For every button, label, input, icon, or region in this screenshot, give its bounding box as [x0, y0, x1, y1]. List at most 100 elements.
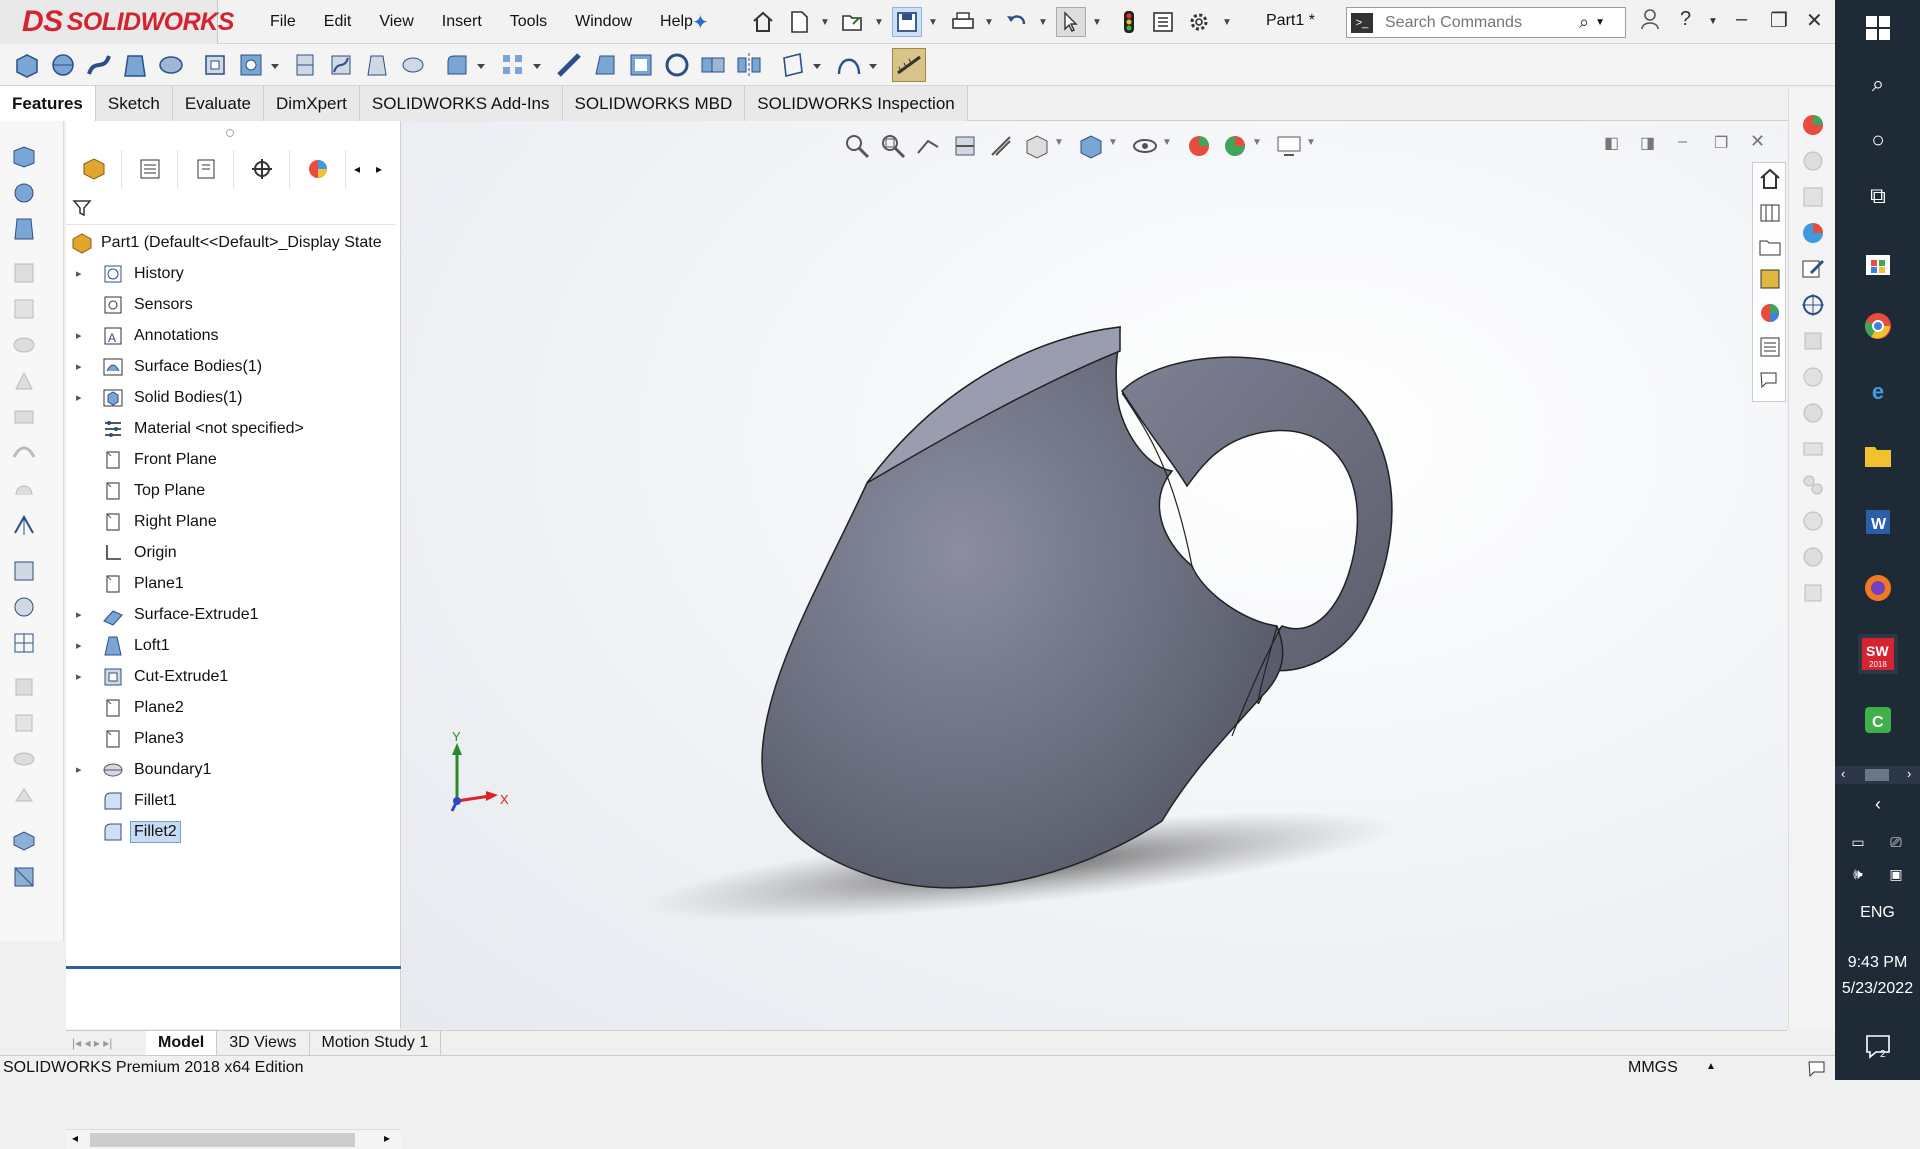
command-search-icon[interactable]: >_ [1351, 12, 1373, 33]
tab-inspection[interactable]: SOLIDWORKS Inspection [745, 86, 968, 121]
disabled-tool-5-icon[interactable] [10, 403, 38, 431]
tab-mbd[interactable]: SOLIDWORKS MBD [562, 86, 746, 121]
fillet-dropdown-icon[interactable] [476, 50, 486, 80]
menu-window[interactable]: Window [561, 13, 646, 31]
tree-root-part[interactable]: Part1 (Default<<Default>_Display State [66, 227, 401, 258]
meet-now-icon[interactable]: ⎚ [1881, 824, 1911, 860]
rib-icon[interactable] [554, 50, 584, 80]
extruded-cut-icon[interactable] [200, 50, 230, 80]
expand-arrow-icon[interactable]: ▸ [76, 360, 86, 373]
tab-3d-views[interactable]: 3D Views [217, 1030, 310, 1056]
appearance-scene-icon[interactable] [1799, 219, 1827, 247]
reference-geometry-dropdown-icon[interactable] [812, 50, 822, 80]
disabled-tool-6-icon[interactable] [10, 439, 38, 467]
tree-item-history[interactable]: ▸ History [66, 258, 401, 289]
help-dropdown-icon[interactable]: ▼ [1708, 16, 1718, 27]
tree-item-surface-extrude1[interactable]: ▸ Surface-Extrude1 [66, 599, 401, 630]
search-commands-box[interactable]: >_ ⌕ ▼ [1346, 7, 1626, 38]
menu-view[interactable]: View [365, 13, 427, 31]
task-pane-tool-13-icon[interactable] [1799, 543, 1827, 571]
tree-item-loft1[interactable]: ▸ Loft1 [66, 630, 401, 661]
dimxpertmanager-tab-icon[interactable] [234, 150, 290, 188]
word-icon[interactable]: W [1860, 504, 1896, 540]
volume-icon[interactable]: 🕪 [1843, 856, 1873, 892]
expand-arrow-icon[interactable]: ▸ [76, 329, 86, 342]
instant3d-icon[interactable] [892, 48, 926, 82]
new-document-icon[interactable] [784, 7, 814, 37]
task-view-icon[interactable]: ⧉ [1860, 178, 1896, 214]
lofted-cut-icon[interactable] [362, 50, 392, 80]
task-pane-tool-12-icon[interactable] [1799, 507, 1827, 535]
extruded-boss-icon[interactable] [12, 50, 42, 80]
task-pane-tool-10-icon[interactable] [1799, 435, 1827, 463]
expand-arrow-icon[interactable]: ▸ [76, 639, 86, 652]
solidworks-resources-icon[interactable] [1799, 111, 1827, 139]
pattern-dropdown-icon[interactable] [532, 50, 542, 80]
tree-item-plane3[interactable]: Plane3 [66, 723, 401, 754]
reference-geometry-icon[interactable] [778, 50, 808, 80]
tree-horizontal-scrollbar[interactable]: ◂ ▸ [66, 1129, 401, 1149]
tree-item-fillet1[interactable]: Fillet1 [66, 785, 401, 816]
scroll-right-icon[interactable]: ▸ [384, 1131, 390, 1145]
open-dropdown-icon[interactable]: ▼ [872, 7, 886, 37]
target-icon[interactable] [1799, 291, 1827, 319]
disabled-tool-10-icon[interactable] [10, 745, 38, 773]
tree-rollback-bar[interactable] [66, 966, 401, 969]
design-library-icon[interactable] [1758, 201, 1782, 225]
undo-dropdown-icon[interactable]: ▼ [1036, 7, 1050, 37]
surface-tool-2-icon[interactable] [10, 593, 38, 621]
action-center-icon[interactable]: 2 [1860, 1028, 1896, 1064]
disabled-tool-2-icon[interactable] [10, 295, 38, 323]
swept-boss-icon[interactable] [84, 50, 114, 80]
view-palette-icon[interactable] [1758, 267, 1782, 291]
disabled-tool-8-icon[interactable] [10, 673, 38, 701]
boundary-boss-icon[interactable] [156, 50, 186, 80]
tree-item-annotations[interactable]: ▸ A Annotations [66, 320, 401, 351]
home-view-icon[interactable] [1758, 167, 1782, 191]
overflow-left-icon[interactable]: ‹ [1841, 766, 1845, 781]
save-dropdown-icon[interactable]: ▼ [926, 7, 940, 37]
solidworks-taskbar-icon[interactable]: SW 2018 [1858, 634, 1898, 674]
tree-item-origin[interactable]: Origin [66, 537, 401, 568]
print-dropdown-icon[interactable]: ▼ [982, 7, 996, 37]
file-explorer-taskbar-icon[interactable] [1860, 438, 1896, 474]
tab-dimxpert[interactable]: DimXpert [264, 86, 360, 121]
open-icon[interactable] [838, 7, 868, 37]
overflow-right-icon[interactable]: › [1907, 766, 1911, 781]
extrude-icon[interactable] [10, 143, 38, 171]
sheet-metal-icon[interactable] [10, 827, 38, 855]
options-gear-icon[interactable] [1184, 7, 1214, 37]
close-icon[interactable]: ✕ [1806, 8, 1823, 33]
boundary-cut-icon[interactable] [398, 50, 428, 80]
clock-date[interactable]: 5/23/2022 [1835, 980, 1920, 998]
lofted-boss-icon[interactable] [120, 50, 150, 80]
surface-tool-1-icon[interactable] [10, 557, 38, 585]
tree-item-right-plane[interactable]: Right Plane [66, 506, 401, 537]
tree-filter-row[interactable] [66, 191, 396, 225]
weldments-icon[interactable] [10, 863, 38, 891]
draft-icon[interactable] [590, 50, 620, 80]
overflow-thumb[interactable] [1865, 769, 1889, 781]
custom-properties-icon[interactable] [1758, 335, 1782, 359]
tree-item-surface-bodies-1[interactable]: ▸ Surface Bodies(1) [66, 351, 401, 382]
search-dropdown-icon[interactable]: ▼ [1595, 17, 1605, 28]
expand-arrow-icon[interactable]: ▸ [76, 763, 86, 776]
file-explorer-icon[interactable] [1758, 235, 1782, 259]
task-pane-tool-8-icon[interactable] [1799, 363, 1827, 391]
curves-dropdown-icon[interactable] [868, 50, 878, 80]
propertymanager-tab-icon[interactable] [122, 150, 178, 188]
disabled-tool-4-icon[interactable] [10, 367, 38, 395]
tab-nav-arrows-icon[interactable]: |◂ ◂ ▸ ▸| [66, 1036, 146, 1050]
mirror-icon[interactable] [734, 50, 764, 80]
configurationmanager-tab-icon[interactable] [178, 150, 234, 188]
network-icon[interactable]: ▣ [1881, 856, 1911, 892]
panel-tab-prev-icon[interactable]: ◂ [346, 150, 368, 188]
pin-menu-icon[interactable]: ✦ [692, 10, 709, 35]
camtasia-icon[interactable]: C [1860, 702, 1896, 738]
disabled-tool-1-icon[interactable] [10, 259, 38, 287]
intersect-icon[interactable] [698, 50, 728, 80]
search-input[interactable] [1385, 13, 1575, 32]
units-dropdown-icon[interactable]: ▲ [1706, 1061, 1716, 1072]
expand-arrow-icon[interactable]: ▸ [76, 670, 86, 683]
tab-sketch[interactable]: Sketch [95, 86, 173, 121]
